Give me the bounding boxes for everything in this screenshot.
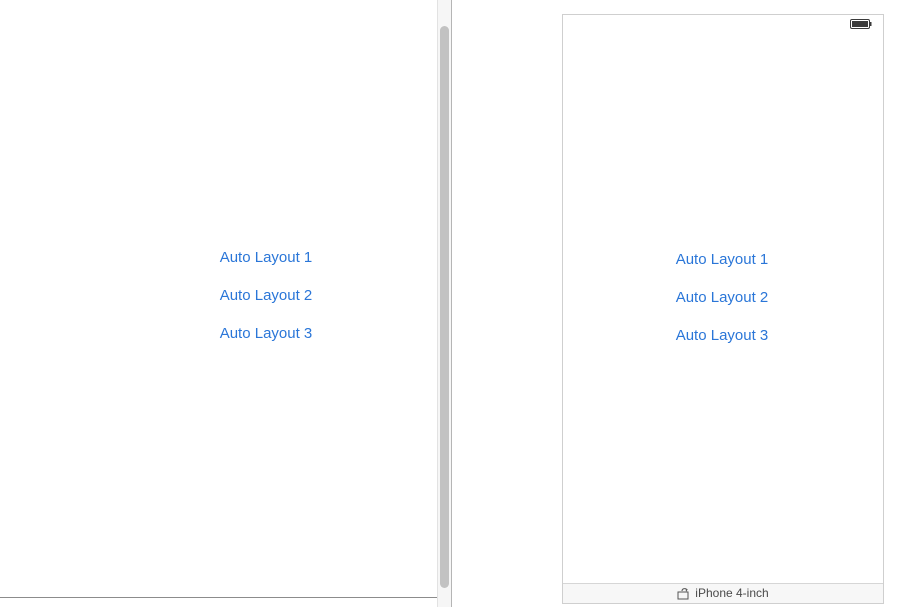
button-stack: Auto Layout 1 Auto Layout 2 Auto Layout … — [206, 239, 326, 353]
vertical-scrollbar-thumb[interactable] — [440, 26, 449, 588]
auto-layout-1-button[interactable]: Auto Layout 1 — [220, 239, 313, 277]
device-selector[interactable]: iPhone 4-inch — [563, 584, 883, 603]
auto-layout-2-button[interactable]: Auto Layout 2 — [220, 277, 313, 315]
rotate-device-icon[interactable] — [677, 587, 690, 600]
preview-auto-layout-2-button[interactable]: Auto Layout 2 — [676, 279, 769, 317]
pane-divider — [0, 597, 437, 598]
preview-auto-layout-3-button[interactable]: Auto Layout 3 — [676, 317, 769, 355]
assistant-editor: Auto Layout 1 Auto Layout 2 Auto Layout … — [0, 0, 901, 607]
device-label: iPhone 4-inch — [695, 586, 769, 600]
preview-button-stack: Auto Layout 1 Auto Layout 2 Auto Layout … — [662, 241, 782, 355]
storyboard-canvas[interactable]: Auto Layout 1 Auto Layout 2 Auto Layout … — [0, 0, 437, 597]
battery-full-icon — [850, 19, 872, 29]
auto-layout-3-button[interactable]: Auto Layout 3 — [220, 315, 313, 353]
preview-auto-layout-1-button[interactable]: Auto Layout 1 — [676, 241, 769, 279]
